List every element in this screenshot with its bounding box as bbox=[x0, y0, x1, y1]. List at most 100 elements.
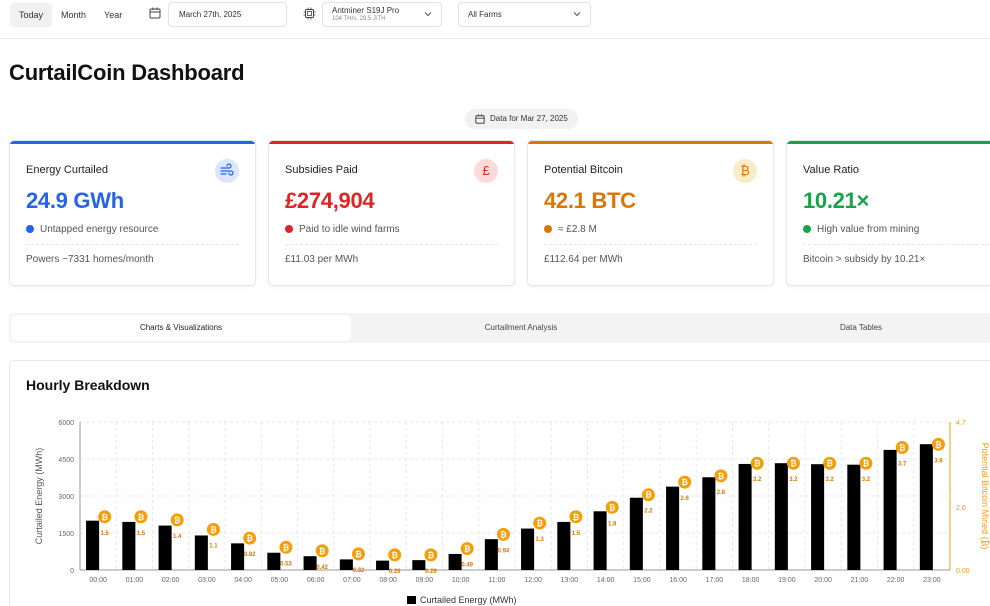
card-divider bbox=[285, 244, 498, 245]
card-subtitle-text: High value from mining bbox=[817, 224, 920, 235]
status-dot bbox=[26, 224, 34, 233]
bitcoin-value-label: 3.2 bbox=[826, 477, 835, 483]
bar-energy bbox=[303, 556, 317, 570]
bar-energy bbox=[158, 525, 172, 570]
chevron-down-icon bbox=[424, 12, 432, 17]
period-today-button[interactable]: Today bbox=[10, 3, 53, 27]
bar-energy bbox=[412, 560, 426, 570]
x-tick-label: 00:00 bbox=[89, 577, 107, 584]
x-tick-label: 15:00 bbox=[633, 577, 651, 584]
bar-energy bbox=[593, 511, 607, 570]
x-tick-label: 12:00 bbox=[524, 577, 542, 584]
card-value: 42.1 BTC bbox=[544, 188, 636, 213]
bar-energy bbox=[194, 535, 208, 570]
bitcoin-marker-icon: ₿ bbox=[210, 525, 217, 534]
bar-energy bbox=[811, 464, 825, 570]
tab-curtailment-analysis[interactable]: Curtailment Analysis bbox=[351, 315, 691, 341]
miner-model-select[interactable]: Antminer S19J Pro 104 TH/s, 29.5 J/TH bbox=[322, 2, 442, 27]
card-divider bbox=[26, 244, 239, 245]
card-accent-bar bbox=[10, 141, 255, 144]
date-badge-text: Data for Mar 27, 2025 bbox=[490, 114, 568, 123]
y2-tick-label: 2.0 bbox=[956, 505, 966, 512]
bitcoin-value-label: 3.7 bbox=[898, 461, 907, 467]
bitcoin-marker-icon: ₿ bbox=[464, 545, 471, 554]
bar-energy bbox=[376, 560, 390, 570]
card-title: Subsidies Paid bbox=[285, 164, 358, 176]
card-accent-bar bbox=[528, 141, 773, 144]
bitcoin-value-label: 1.5 bbox=[101, 531, 110, 537]
x-tick-label: 19:00 bbox=[778, 577, 796, 584]
date-picker-input[interactable]: March 27th, 2025 bbox=[168, 2, 287, 27]
farm-select[interactable]: All Farms bbox=[458, 2, 591, 27]
legend-swatch bbox=[407, 596, 416, 604]
bitcoin-value-label: 1.3 bbox=[536, 537, 545, 543]
bitcoin-value-label: 2.8 bbox=[717, 490, 726, 496]
period-selector: Today Month Year bbox=[10, 3, 131, 27]
chart-section-title: Hourly Breakdown bbox=[26, 377, 150, 393]
bitcoin-marker-icon: ₿ bbox=[319, 547, 326, 556]
subsidies-paid-card: Subsidies Paid £ £274,904 Paid to idle w… bbox=[268, 140, 515, 286]
bitcoin-marker-icon: ₿ bbox=[500, 530, 507, 539]
hourly-breakdown-chart: 0 1500 3000 4500 6000 0.00 2.0 4.7 Curtailed Ene… bbox=[34, 420, 990, 605]
period-year-button[interactable]: Year bbox=[95, 3, 131, 27]
bitcoin-marker-icon: ₿ bbox=[754, 459, 761, 468]
bar-energy bbox=[919, 444, 933, 570]
bar-energy bbox=[86, 520, 100, 570]
bitcoin-marker-icon: ₿ bbox=[718, 472, 725, 481]
bar-energy bbox=[774, 463, 788, 570]
bar-energy bbox=[122, 521, 136, 570]
top-toolbar: Today Month Year March 27th, 2025 Antmin… bbox=[0, 0, 990, 39]
x-tick-label: 21:00 bbox=[851, 577, 869, 584]
bitcoin-value-label: 0.42 bbox=[316, 565, 328, 571]
tab-data-tables[interactable]: Data Tables bbox=[691, 315, 990, 341]
bitcoin-marker-icon: ₿ bbox=[355, 550, 362, 559]
x-tick-label: 22:00 bbox=[887, 577, 905, 584]
bitcoin-value-label: 2.2 bbox=[644, 509, 653, 515]
x-tick-label: 06:00 bbox=[307, 577, 325, 584]
farm-select-value: All Farms bbox=[468, 10, 502, 19]
card-subtitle-text: Untapped energy resource bbox=[40, 224, 159, 235]
card-title: Energy Curtailed bbox=[26, 164, 108, 176]
bitcoin-value-label: 3.2 bbox=[862, 477, 871, 483]
bitcoin-value-label: 0.29 bbox=[425, 569, 437, 575]
pound-icon: £ bbox=[474, 159, 498, 183]
calendar-icon[interactable] bbox=[149, 7, 161, 19]
x-tick-label: 11:00 bbox=[488, 577, 505, 584]
date-badge: Data for Mar 27, 2025 bbox=[465, 109, 578, 129]
bar-energy bbox=[629, 497, 643, 570]
x-tick-label: 10:00 bbox=[452, 577, 470, 584]
x-tick-label: 03:00 bbox=[198, 577, 216, 584]
bitcoin-icon: ₿ bbox=[733, 159, 757, 183]
bitcoin-value-label: 1.5 bbox=[137, 531, 146, 537]
y-tick-label: 1500 bbox=[58, 531, 74, 538]
bitcoin-value-label: 3.2 bbox=[789, 477, 798, 483]
bitcoin-value-label: 0.32 bbox=[353, 568, 365, 574]
bitcoin-value-label: 1.5 bbox=[572, 531, 581, 537]
bitcoin-marker-icon: ₿ bbox=[826, 459, 833, 468]
page-title: CurtailCoin Dashboard bbox=[9, 60, 245, 85]
x-tick-label: 16:00 bbox=[669, 577, 687, 584]
x-tick-label: 14:00 bbox=[597, 577, 615, 584]
x-tick-label: 04:00 bbox=[234, 577, 252, 584]
x-tick-label: 20:00 bbox=[814, 577, 832, 584]
bitcoin-value-label: 3.2 bbox=[753, 477, 762, 483]
x-tick-label: 17:00 bbox=[706, 577, 724, 584]
card-subtitle-text: ≈ £2.8 M bbox=[558, 224, 597, 235]
card-subtitle: Untapped energy resource bbox=[26, 224, 158, 235]
card-title: Potential Bitcoin bbox=[544, 164, 623, 176]
card-value: £274,904 bbox=[285, 188, 375, 213]
bar-energy bbox=[339, 559, 353, 570]
wind-icon bbox=[215, 159, 239, 183]
bitcoin-value-label: 1.8 bbox=[608, 521, 617, 527]
bar-energy bbox=[702, 477, 716, 570]
period-month-button[interactable]: Month bbox=[52, 3, 95, 27]
bitcoin-marker-icon: ₿ bbox=[645, 491, 652, 500]
tab-charts-visualizations[interactable]: Charts & Visualizations bbox=[11, 315, 351, 341]
chevron-down-icon bbox=[573, 12, 581, 17]
bitcoin-marker-icon: ₿ bbox=[573, 513, 580, 522]
x-tick-label: 01:00 bbox=[126, 577, 144, 584]
status-dot bbox=[803, 224, 811, 233]
bitcoin-marker-icon: ₿ bbox=[174, 516, 181, 525]
y-axis-title: Curtailed Energy (MWh) bbox=[34, 448, 44, 545]
status-dot bbox=[544, 224, 552, 233]
